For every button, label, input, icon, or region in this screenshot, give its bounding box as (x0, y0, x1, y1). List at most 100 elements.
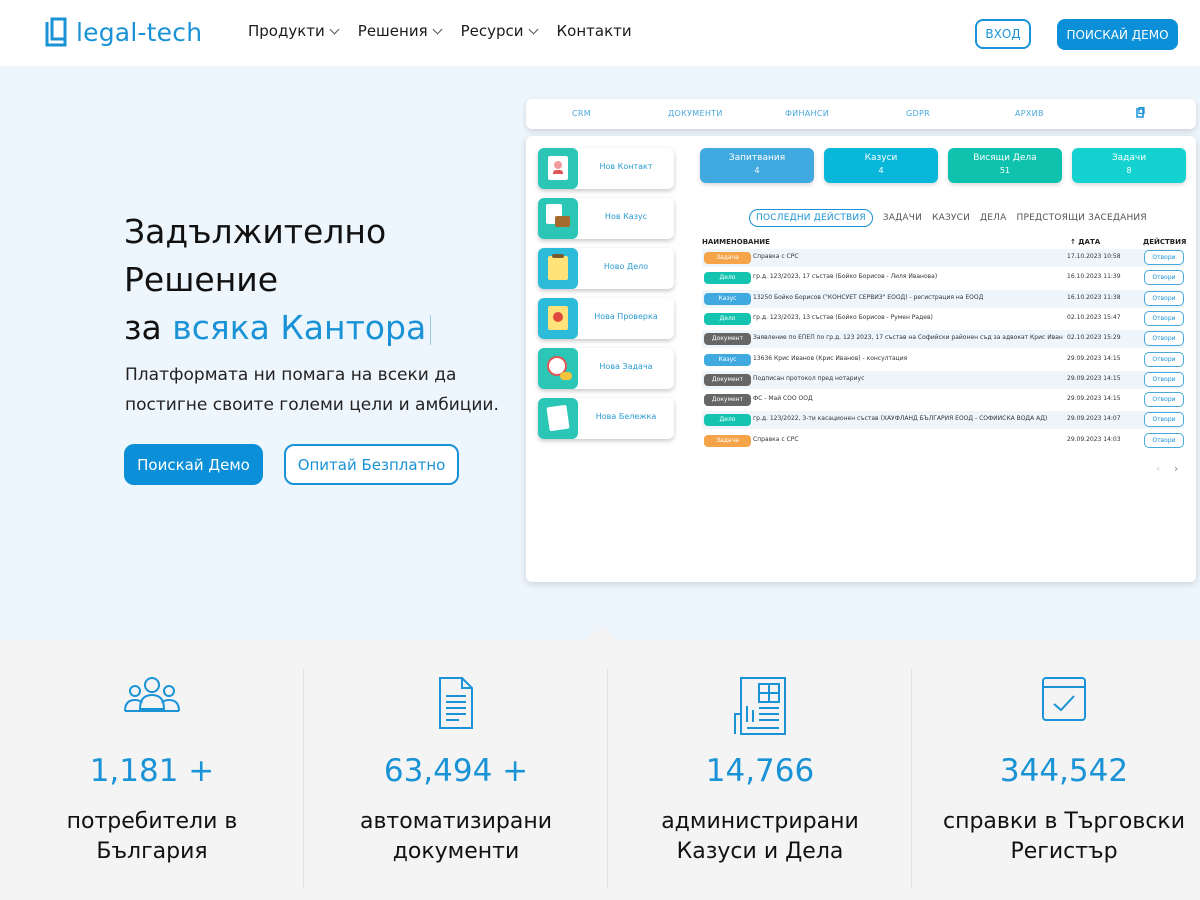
table-row: Дело гр.д. 123/2023, 13 състав (Бойко Бор… (702, 310, 1184, 328)
quick-new-note: Нова Бележка (538, 398, 674, 439)
hero-title-line2: Решение (124, 260, 279, 299)
pager-prev-icon: ‹ (1156, 462, 1161, 475)
open-button: Отвори (1144, 331, 1184, 347)
type-badge: Документ (704, 333, 751, 346)
nav-contacts[interactable]: Контакти (557, 22, 632, 40)
hero-demo-button[interactable]: Поискай Демо (124, 444, 263, 485)
open-button: Отвори (1144, 270, 1184, 286)
stat-card-label: Задачи (1111, 153, 1147, 163)
request-demo-button[interactable]: ПОИСКАЙ ДЕМО (1057, 19, 1178, 50)
checklist-alert-icon (538, 298, 578, 339)
stat-number: 14,766 (705, 753, 815, 789)
row-title: Подписан протокол пред нотариус (753, 374, 865, 382)
nav-label: Решения (357, 22, 428, 40)
stat-card-tasks: Задачи 8 (1072, 148, 1186, 183)
column-actions: ДЕЙСТВИЯ (1143, 238, 1187, 246)
open-button: Отвори (1144, 371, 1184, 387)
stat-card-value: 8 (1126, 166, 1132, 175)
brand-name: legal-tech (76, 17, 203, 47)
row-date: 29.09.2023 14:15 (1067, 395, 1121, 403)
row-date: 29.09.2023 14:07 (1067, 415, 1121, 423)
row-date: 29.09.2023 14:15 (1067, 374, 1121, 382)
table-row: Дело гр.д. 123/2023, 17 състав (Бойко Бор… (702, 269, 1184, 287)
stat-card-pending: Висящи Дела 51 (948, 148, 1062, 183)
type-badge: Задача (704, 252, 751, 264)
open-button: Отвори (1144, 310, 1184, 326)
table-row: Казус 13636 Крис Иванов (Крис Иванов) - к… (702, 351, 1184, 369)
stats-section: 1,181 + потребители в България 63,494 + … (0, 640, 1200, 900)
brand-logo[interactable]: legal-tech (44, 17, 202, 47)
type-badge: Задача (704, 434, 751, 447)
stat-number: 1,181 + (89, 753, 215, 789)
table-row: Задача Справка с СРС 17.10.2023 10:58 Отвор… (702, 249, 1184, 267)
hero-section: Задължително Решение за всяка Кантора Пл… (0, 66, 1200, 640)
stat-label: потребители в България (66, 809, 238, 864)
type-badge: Дело (704, 272, 751, 285)
row-title: ФС - Май СОО ООД (753, 395, 813, 403)
type-badge: Казус (704, 353, 751, 366)
row-title: гр.д. 123/2022, 3-ти касационен състав (… (753, 415, 1048, 423)
hero-free-trial-button[interactable]: Опитай Безплатно (284, 444, 459, 485)
column-name: НАИМЕНОВАНИЕ (702, 238, 770, 246)
chevron-down-icon (528, 24, 538, 34)
document-icon (439, 677, 473, 729)
logo-icon (45, 17, 67, 47)
quick-new-case: Нов Казус (538, 198, 674, 239)
stat-label: справки в Търговски Регистър (942, 809, 1186, 864)
open-button: Отвори (1144, 250, 1184, 265)
open-button: Отвори (1144, 290, 1184, 306)
stat-card-inquiries: Запитвания 4 (700, 148, 814, 183)
type-badge: Казус (704, 292, 751, 305)
quick-label: Нова Проверка (594, 312, 658, 321)
row-date: 29.09.2023 14:03 (1067, 435, 1121, 443)
stat-card-cases: Казуси 4 (824, 148, 938, 183)
quick-label: Нова Задача (599, 362, 653, 371)
mockup-logo-icon (1136, 107, 1145, 118)
row-date: 29.09.2023 14:15 (1067, 354, 1121, 362)
nav-label: Контакти (556, 22, 632, 40)
hero-title-accent: всяка Кантора (172, 308, 427, 347)
stat-documents: 63,494 + автоматизирани документи (304, 640, 608, 900)
stat-card-label: Запитвания (728, 153, 786, 163)
row-date: 02.10.2023 15:29 (1067, 334, 1121, 342)
type-badge: Дело (704, 414, 751, 427)
row-date: 02.10.2023 15:47 (1067, 313, 1121, 321)
mockup-topbar: CRM ДОКУМЕНТИ ФИНАНСИ GDPR АРХИВ (526, 99, 1196, 129)
stat-cases: 14,766 администрирани Казуси и Дела (608, 640, 912, 900)
nav-label: Продукти (248, 22, 325, 40)
row-title: Заявление по ЕПЕП по гр.д. 123 2023, 17 … (753, 334, 1063, 342)
row-title: гр.д. 123/2023, 13 състав (Бойко Борисов… (753, 313, 933, 321)
quick-new-lawsuit: Ново Дело (538, 248, 674, 289)
mockup-tabs: ПОСЛЕДНИ ДЕЙСТВИЯ ЗАДАЧИ КАЗУСИ ДЕЛА ПРЕ… (749, 208, 1147, 228)
stat-label: автоматизирани документи (359, 809, 553, 864)
site-header: legal-tech Продукти Решения Ресурси Конт… (0, 0, 1200, 66)
stat-users: 1,181 + потребители в България (0, 640, 304, 900)
nav-solutions[interactable]: Решения (357, 22, 443, 40)
note-icon (538, 398, 578, 439)
users-icon (124, 677, 180, 712)
nav-label: Ресурси (460, 22, 524, 40)
table-row: Документ Подписан протокол пред нотариус 2… (702, 370, 1184, 389)
row-title: 13250 Бойко Борисов ("КОНСУЕТ СЕРВИЗ" ЕО… (753, 293, 984, 301)
stat-label: администрирани Казуси и Дела (661, 809, 859, 864)
tab-hearings: ПРЕДСТОЯЩИ ЗАСЕДАНИЯ (1016, 213, 1147, 223)
nav-resources[interactable]: Ресурси (460, 22, 538, 40)
stat-card-label: Висящи Дела (973, 153, 1037, 163)
open-button: Отвори (1144, 412, 1184, 428)
mockup-tab-documents: ДОКУМЕНТИ (668, 109, 723, 118)
quick-new-task: Нова Задача (538, 348, 674, 389)
clock-coins-icon (538, 348, 578, 389)
hero-subtitle: Платформата ни помага на всеки да постиг… (125, 365, 499, 415)
table-row: Казус 13250 Бойко Борисов ("КОНСУЕТ СЕРВИ… (702, 289, 1184, 308)
row-title: 13636 Крис Иванов (Крис Иванов) - консул… (753, 354, 908, 362)
login-button[interactable]: ВХОД (975, 19, 1031, 49)
clipboard-icon (538, 248, 578, 289)
open-button: Отвори (1144, 432, 1184, 448)
stat-card-value: 51 (999, 166, 1011, 175)
stat-card-value: 4 (878, 166, 884, 175)
nav-products[interactable]: Продукти (248, 22, 340, 40)
report-icon (734, 677, 786, 735)
mockup-tab-crm: CRM (572, 109, 591, 118)
row-title: гр.д. 123/2023, 17 състав (Бойко Борисов… (753, 273, 938, 281)
table-row: Документ Заявление по ЕПЕП по гр.д. 123 2… (702, 330, 1184, 349)
